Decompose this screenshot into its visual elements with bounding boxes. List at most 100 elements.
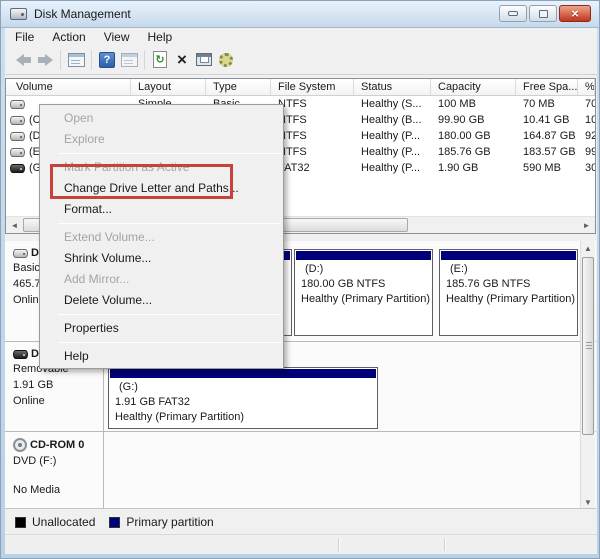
legend-label: Unallocated — [32, 515, 96, 529]
menu-view[interactable]: View — [95, 29, 139, 45]
menu-item-shrink-volume[interactable]: Shrink Volume... — [40, 248, 283, 269]
cell-percent-free: 30 — [585, 162, 595, 174]
legend-unallocated: Unallocated — [15, 515, 95, 529]
disk-status: No Media — [13, 484, 61, 496]
legend: Unallocated Primary partition — [5, 512, 597, 532]
toolbar-separator — [144, 49, 145, 70]
column-file-system[interactable]: File System — [271, 79, 354, 95]
disk-size: 1.91 GB — [13, 379, 54, 391]
cell-status: Healthy (S... — [361, 98, 422, 110]
volume-icon — [10, 147, 25, 157]
legend-label: Primary partition — [126, 515, 214, 529]
minimize-button[interactable] — [499, 5, 527, 22]
menu-action[interactable]: Action — [43, 29, 94, 45]
menu-file[interactable]: File — [5, 29, 43, 45]
volume-list-header: Volume Layout Type File System Status Ca… — [6, 79, 595, 96]
context-menu: Open Explore Mark Partition as Active Ch… — [39, 104, 284, 369]
cell-capacity: 1.90 GB — [438, 162, 479, 174]
menu-item-delete-volume[interactable]: Delete Volume... — [40, 290, 283, 311]
menu-item-mark-partition-active: Mark Partition as Active — [64, 160, 190, 174]
close-button[interactable]: × — [559, 5, 591, 22]
volume-icon — [10, 115, 25, 125]
volume-icon — [10, 99, 25, 109]
disk-management-window: Disk Management × File Action View Help … — [0, 0, 600, 559]
console-window-icon[interactable] — [65, 49, 87, 71]
menu-item-change-drive-letter[interactable]: Change Drive Letter and Paths... — [40, 178, 283, 199]
column-capacity[interactable]: Capacity — [431, 79, 516, 95]
partition-type-strip — [296, 251, 431, 260]
console-tree-icon[interactable] — [118, 49, 140, 71]
partition-type-strip — [110, 369, 376, 378]
column-volume[interactable]: Volume — [6, 79, 131, 95]
cell-percent-free: 92 — [585, 130, 595, 142]
disk-row-cdrom0: CD-ROM 0 DVD (F:) No Media — [5, 432, 596, 508]
partition-d[interactable]: (D:) 180.00 GB NTFS Healthy (Primary Par… — [294, 249, 433, 336]
column-layout[interactable]: Layout — [131, 79, 206, 95]
vertical-scrollbar[interactable]: ▲ ▼ — [580, 241, 595, 508]
cell-percent-free: 99 — [585, 146, 595, 158]
vertical-scroll-thumb[interactable] — [582, 257, 594, 435]
cell-status: Healthy (B... — [361, 114, 422, 126]
partition-status: Healthy (Primary Partition) — [446, 293, 575, 305]
partition-name: (D:) — [305, 263, 324, 275]
disk-icon — [13, 248, 28, 258]
menu-item-help[interactable]: Help — [40, 346, 283, 367]
menu-separator — [58, 342, 281, 343]
cell-free-space: 70 MB — [523, 98, 555, 110]
properties-icon[interactable] — [193, 49, 215, 71]
help-icon[interactable]: ? — [96, 49, 118, 71]
menu-item-add-mirror: Add Mirror... — [64, 272, 130, 286]
menu-item-format[interactable]: Format... — [40, 199, 283, 220]
cell-status: Healthy (P... — [361, 130, 421, 142]
scroll-down-icon[interactable]: ▼ — [581, 495, 595, 508]
partition-status: Healthy (Primary Partition) — [115, 411, 244, 423]
maximize-icon — [538, 9, 548, 18]
column-type[interactable]: Type — [206, 79, 271, 95]
scroll-left-icon[interactable]: ◄ — [6, 217, 23, 233]
menu-item-explore: Explore — [64, 132, 105, 146]
partition-size: 180.00 GB NTFS — [301, 278, 386, 290]
menu-item-open: Open — [64, 111, 94, 125]
scroll-up-icon[interactable]: ▲ — [581, 241, 595, 255]
cdrom0-label[interactable]: CD-ROM 0 DVD (F:) No Media — [5, 432, 104, 508]
minimize-icon — [508, 11, 518, 16]
partition-g[interactable]: (G:) 1.91 GB FAT32 Healthy (Primary Part… — [108, 367, 378, 429]
back-arrow-icon[interactable] — [12, 49, 34, 71]
status-bar-divider — [338, 538, 339, 551]
scroll-right-icon[interactable]: ► — [578, 217, 595, 233]
status-bar-divider — [444, 538, 445, 551]
forward-arrow-icon[interactable] — [34, 49, 56, 71]
disk-management-icon — [10, 8, 27, 20]
legend-primary-partition: Primary partition — [109, 515, 214, 529]
disk-type: DVD (F:) — [13, 455, 57, 467]
menu-separator — [58, 153, 281, 154]
delete-icon[interactable]: × — [171, 49, 193, 71]
manage-gear-icon[interactable] — [215, 49, 237, 71]
title-bar[interactable]: Disk Management × — [1, 1, 599, 28]
column-status[interactable]: Status — [354, 79, 431, 95]
refresh-icon[interactable]: ↻ — [149, 49, 171, 71]
partition-e[interactable]: (E:) 185.76 GB NTFS Healthy (Primary Par… — [439, 249, 578, 336]
menu-help[interactable]: Help — [139, 29, 182, 45]
cell-percent-free: 10 — [585, 114, 595, 126]
cell-percent-free: 70 — [585, 98, 595, 110]
menu-item-properties[interactable]: Properties — [40, 318, 283, 339]
cell-capacity: 180.00 GB — [438, 130, 491, 142]
menu-bar: File Action View Help — [5, 28, 597, 45]
cell-capacity: 100 MB — [438, 98, 476, 110]
cell-capacity: 99.90 GB — [438, 114, 485, 126]
menu-item-extend-volume: Extend Volume... — [64, 230, 155, 244]
partition-size: 185.76 GB NTFS — [446, 278, 531, 290]
toolbar: ? ↻ × — [5, 45, 597, 75]
volume-icon — [10, 131, 25, 141]
unallocated-swatch — [15, 516, 26, 528]
primary-partition-swatch — [109, 516, 121, 528]
disk-icon — [13, 349, 28, 359]
status-bar — [5, 534, 597, 553]
column-percent-free[interactable]: % F — [578, 79, 595, 95]
disk-name: CD-ROM 0 — [30, 439, 85, 451]
cell-free-space: 183.57 GB — [523, 146, 576, 158]
toolbar-separator — [60, 49, 61, 70]
column-free-space[interactable]: Free Spa... — [516, 79, 578, 95]
maximize-button[interactable] — [529, 5, 557, 22]
